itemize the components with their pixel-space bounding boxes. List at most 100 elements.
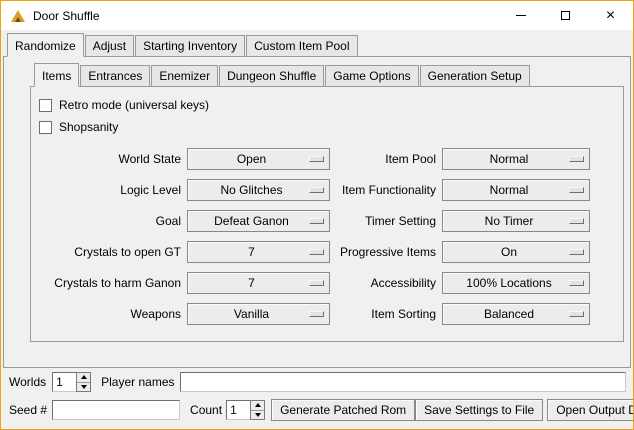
inner-notebook: Items Entrances Enemizer Dungeon Shuffle… [30, 63, 624, 342]
triforce-inner-icon [15, 17, 21, 22]
spin-up-button[interactable] [251, 401, 264, 411]
item-functionality-label: Item Functionality [336, 183, 436, 197]
close-icon: × [606, 11, 615, 21]
dropdown-value: 7 [248, 276, 269, 290]
spin-down-icon [255, 413, 261, 417]
dropdown-indicator-icon [309, 280, 324, 286]
dropdown-logic-level[interactable]: No Glitches [187, 179, 330, 201]
dropdown-value: Open [237, 152, 280, 166]
spin-up-icon [255, 403, 261, 407]
window: Door Shuffle × Randomize Adjust Starting… [0, 0, 634, 430]
tab-starting-inventory[interactable]: Starting Inventory [135, 35, 245, 57]
spin-up-button[interactable] [77, 373, 90, 383]
close-button[interactable]: × [588, 1, 633, 30]
randomize-pane: Items Entrances Enemizer Dungeon Shuffle… [3, 56, 631, 368]
worlds-label: Worlds [9, 375, 46, 389]
dropdown-progressive-items[interactable]: On [442, 241, 590, 263]
maximize-button[interactable] [543, 1, 588, 30]
dropdown-accessibility[interactable]: 100% Locations [442, 272, 590, 294]
timer-setting-label: Timer Setting [336, 214, 436, 228]
dropdown-value: No Glitches [220, 183, 296, 197]
tab-adjust[interactable]: Adjust [85, 35, 134, 57]
tab-entrances[interactable]: Entrances [80, 65, 150, 87]
dropdown-value: Balanced [484, 307, 548, 321]
dropdown-value: Normal [490, 183, 543, 197]
player-names-input[interactable] [180, 372, 627, 392]
crystals-open-gt-label: Crystals to open GT [39, 245, 181, 259]
maximize-icon [561, 11, 570, 20]
generate-patched-rom-button[interactable]: Generate Patched Rom [271, 399, 415, 421]
dropdown-timer-setting[interactable]: No Timer [442, 210, 590, 232]
progressive-items-label: Progressive Items [336, 245, 436, 259]
shopsanity-label: Shopsanity [59, 120, 118, 134]
save-settings-button[interactable]: Save Settings to File [415, 399, 543, 421]
dropdown-indicator-icon [569, 156, 584, 162]
tab-items[interactable]: Items [34, 63, 79, 87]
dropdown-value: Vanilla [234, 307, 283, 321]
player-names-label: Player names [101, 375, 174, 389]
count-label: Count [190, 403, 222, 417]
dropdown-indicator-icon [569, 218, 584, 224]
dropdown-value: On [501, 245, 531, 259]
dropdown-value: Defeat Ganon [214, 214, 303, 228]
outer-tab-bar: Randomize Adjust Starting Inventory Cust… [3, 33, 631, 56]
dropdown-item-sorting[interactable]: Balanced [442, 303, 590, 325]
tab-randomize[interactable]: Randomize [7, 33, 84, 57]
dropdown-indicator-icon [569, 280, 584, 286]
titlebar: Door Shuffle × [1, 1, 633, 30]
accessibility-label: Accessibility [336, 276, 436, 290]
tab-generation-setup[interactable]: Generation Setup [420, 65, 530, 87]
dropdown-indicator-icon [309, 311, 324, 317]
dropdown-item-functionality[interactable]: Normal [442, 179, 590, 201]
shopsanity-checkbox[interactable] [39, 121, 52, 134]
dropdown-indicator-icon [309, 187, 324, 193]
dropdown-indicator-icon [309, 218, 324, 224]
window-controls: × [498, 1, 633, 30]
goal-label: Goal [39, 214, 181, 228]
dropdown-crystals-open-gt[interactable]: 7 [187, 241, 330, 263]
options-grid: World State Open Item Pool Normal Logic … [39, 148, 623, 325]
dropdown-crystals-harm-ganon[interactable]: 7 [187, 272, 330, 294]
count-input[interactable] [226, 400, 250, 420]
spin-down-button[interactable] [251, 411, 264, 420]
seed-input[interactable] [52, 400, 180, 420]
spin-up-icon [81, 375, 87, 379]
minimize-icon [516, 15, 526, 16]
dropdown-value: 100% Locations [466, 276, 565, 290]
retro-mode-row: Retro mode (universal keys) [31, 94, 623, 116]
retro-mode-label: Retro mode (universal keys) [59, 98, 209, 112]
dropdown-weapons[interactable]: Vanilla [187, 303, 330, 325]
inner-tab-bar: Items Entrances Enemizer Dungeon Shuffle… [30, 63, 624, 86]
logic-level-label: Logic Level [39, 183, 181, 197]
items-pane: Retro mode (universal keys) Shopsanity W… [30, 86, 624, 342]
crystals-harm-ganon-label: Crystals to harm Ganon [39, 276, 181, 290]
worlds-spinbox [52, 372, 91, 392]
tab-game-options[interactable]: Game Options [325, 65, 418, 87]
dropdown-world-state[interactable]: Open [187, 148, 330, 170]
dropdown-indicator-icon [569, 311, 584, 317]
item-pool-label: Item Pool [336, 152, 436, 166]
worlds-input[interactable] [52, 372, 76, 392]
weapons-label: Weapons [39, 307, 181, 321]
dropdown-indicator-icon [569, 249, 584, 255]
spin-down-button[interactable] [77, 383, 90, 392]
worlds-row: Worlds Player names [9, 372, 626, 392]
worlds-spin-buttons [76, 372, 91, 392]
count-spin-buttons [250, 400, 265, 420]
dropdown-item-pool[interactable]: Normal [442, 148, 590, 170]
tab-custom-item-pool[interactable]: Custom Item Pool [246, 35, 357, 57]
app-icon [10, 8, 26, 24]
count-spinbox [226, 400, 265, 420]
open-output-directory-button[interactable]: Open Output Directory [547, 399, 634, 421]
tab-enemizer[interactable]: Enemizer [151, 65, 218, 87]
world-state-label: World State [39, 152, 181, 166]
dropdown-value: 7 [248, 245, 269, 259]
dropdown-goal[interactable]: Defeat Ganon [187, 210, 330, 232]
dropdown-indicator-icon [569, 187, 584, 193]
dropdown-indicator-icon [309, 249, 324, 255]
tab-dungeon-shuffle[interactable]: Dungeon Shuffle [219, 65, 324, 87]
item-sorting-label: Item Sorting [336, 307, 436, 321]
dropdown-value: Normal [490, 152, 543, 166]
minimize-button[interactable] [498, 1, 543, 30]
retro-mode-checkbox[interactable] [39, 99, 52, 112]
